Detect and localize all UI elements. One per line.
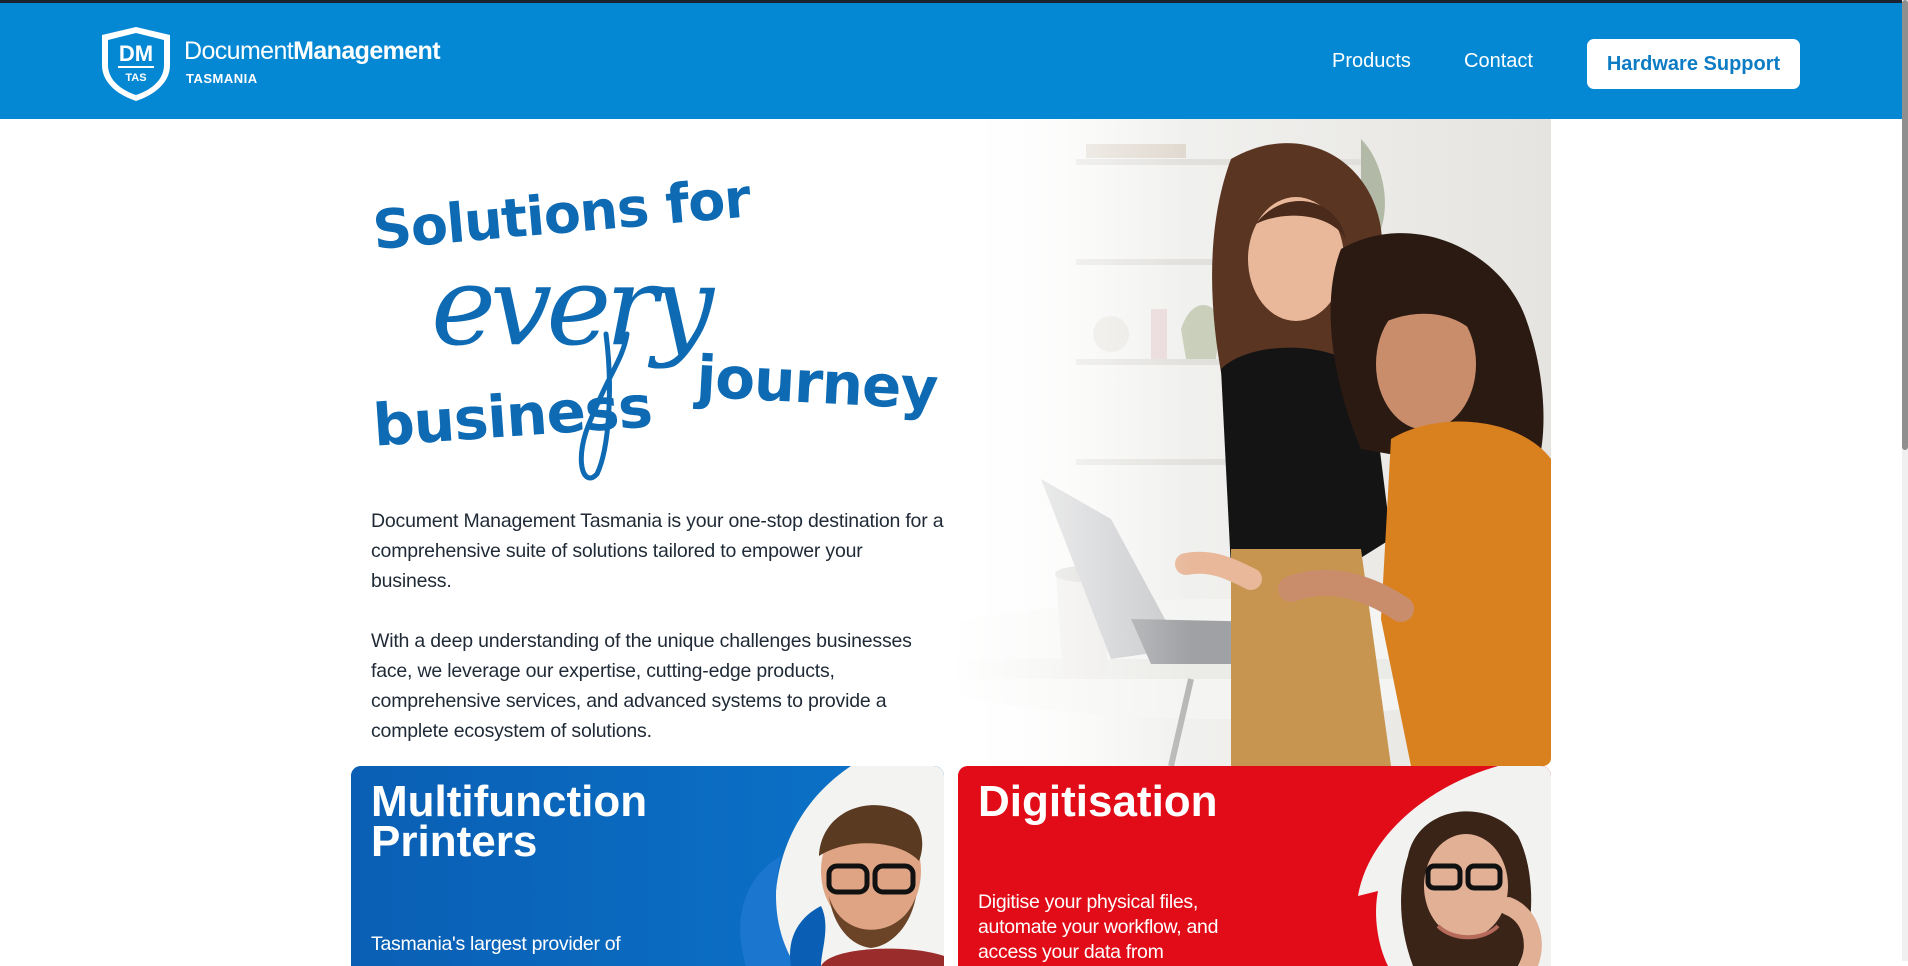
card-mfp-title: Multifunction Printers bbox=[371, 777, 648, 866]
hardware-support-button[interactable]: Hardware Support bbox=[1587, 39, 1800, 89]
svg-text:TAS: TAS bbox=[125, 72, 146, 84]
headline-every-script: every bbox=[431, 242, 716, 370]
brand-name-bold: Management bbox=[293, 37, 440, 65]
scrollbar-thumb[interactable] bbox=[1902, 0, 1908, 450]
card-mfp-description: Tasmania's largest provider of bbox=[371, 933, 621, 955]
site-header: DM TAS DocumentManagement TASMANIA Produ… bbox=[0, 0, 1902, 119]
svg-text:DM: DM bbox=[119, 41, 153, 66]
headline-journey: journey bbox=[693, 342, 939, 423]
dm-shield-logo-icon: DM TAS bbox=[102, 27, 170, 101]
hero-headline: Solutions for every business journey bbox=[370, 166, 939, 481]
headline-business: business bbox=[371, 372, 654, 459]
nav-contact-link[interactable]: Contact bbox=[1464, 50, 1533, 73]
hero-detail-paragraph: With a deep understanding of the unique … bbox=[371, 630, 912, 742]
hero-section: Solutions for every business journey Doc… bbox=[351, 119, 1551, 766]
card-digitisation-description: Digitise your physical files, automate y… bbox=[978, 891, 1219, 963]
brand-region: TASMANIA bbox=[186, 71, 258, 86]
brand-name: DocumentManagement bbox=[184, 37, 441, 66]
brand-name-light: Document bbox=[184, 37, 294, 65]
logo-link[interactable]: DM TAS DocumentManagement TASMANIA bbox=[0, 3, 480, 119]
hero-intro-paragraph: Document Management Tasmania is your one… bbox=[371, 510, 944, 592]
card-multifunction-printers[interactable]: Multifunction Printers Tasmania's larges… bbox=[351, 766, 944, 966]
nav-products-link[interactable]: Products bbox=[1332, 50, 1411, 73]
card-digitisation-title: Digitisation bbox=[978, 777, 1218, 826]
page-scrollbar[interactable] bbox=[1902, 0, 1908, 961]
card-digitisation[interactable]: Digitisation Digitise your physical file… bbox=[958, 766, 1551, 966]
